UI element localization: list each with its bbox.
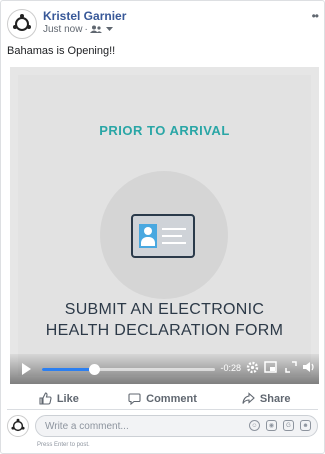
video-text-line1: SUBMIT AN ELECTRONIC [64, 301, 265, 318]
commenter-avatar [7, 415, 29, 437]
comment-bubble-icon [128, 393, 141, 405]
progress-fill [42, 368, 94, 371]
fullscreen-icon[interactable] [285, 361, 297, 376]
gif-icon[interactable]: G [283, 420, 294, 431]
video-frame: PRIOR TO ARRIVAL SUBMIT AN ELECTRONIC HE… [18, 75, 311, 376]
comment-label: Comment [146, 392, 197, 405]
volume-icon[interactable] [302, 361, 315, 376]
id-card-illustration [100, 171, 228, 299]
timestamp[interactable]: Just now [43, 24, 82, 35]
profile-logo-icon [13, 14, 31, 31]
picture-in-picture-icon[interactable] [264, 361, 277, 376]
time-remaining: -0:28 [220, 363, 241, 373]
post-text: Bahamas is Opening!! [7, 45, 116, 57]
share-label: Share [259, 392, 291, 405]
like-label: Like [56, 392, 79, 405]
video-text-line2: HEALTH DECLARATION FORM [45, 322, 284, 339]
id-photo [139, 224, 157, 248]
comment-placeholder: Write a comment... [45, 421, 129, 432]
sticker-icon[interactable]: ☻ [300, 420, 311, 431]
profile-logo-icon [11, 418, 25, 432]
comment-button[interactable]: Comment [111, 388, 215, 409]
comment-attachment-icons: ☺ ◉ G ☻ [249, 420, 311, 431]
avatar[interactable] [7, 9, 37, 39]
play-icon[interactable] [22, 363, 31, 375]
like-button[interactable]: Like [7, 388, 111, 409]
chevron-down-icon[interactable] [105, 27, 113, 32]
video-controls: -0:28 [10, 354, 319, 384]
post-actions: Like Comment Share [7, 388, 318, 410]
emoji-icon[interactable]: ☺ [249, 420, 260, 431]
id-card-icon [131, 214, 195, 258]
progress-track[interactable] [42, 364, 215, 375]
post-meta: Just now · [43, 24, 113, 35]
share-arrow-icon [242, 392, 255, 404]
progress-knob[interactable] [88, 364, 100, 375]
share-button[interactable]: Share [214, 388, 318, 409]
comment-input[interactable]: Write a comment... ☺ ◉ G ☻ [35, 415, 318, 437]
camera-icon[interactable]: ◉ [266, 420, 277, 431]
friends-icon[interactable] [89, 25, 104, 34]
comment-hint: Press Enter to post. [37, 442, 90, 448]
post-card: Kristel Garnier Just now · •• Bahamas is… [0, 0, 325, 454]
more-options-icon[interactable]: •• [312, 9, 319, 23]
thumbs-up-icon [39, 392, 52, 405]
settings-gear-icon[interactable] [246, 361, 259, 377]
video-player[interactable]: PRIOR TO ARRIVAL SUBMIT AN ELECTRONIC HE… [10, 67, 319, 384]
author-name[interactable]: Kristel Garnier [43, 9, 126, 23]
video-heading: PRIOR TO ARRIVAL [99, 123, 230, 138]
post-header: Kristel Garnier Just now · •• [7, 9, 319, 41]
comment-composer: Write a comment... ☺ ◉ G ☻ [7, 415, 318, 443]
